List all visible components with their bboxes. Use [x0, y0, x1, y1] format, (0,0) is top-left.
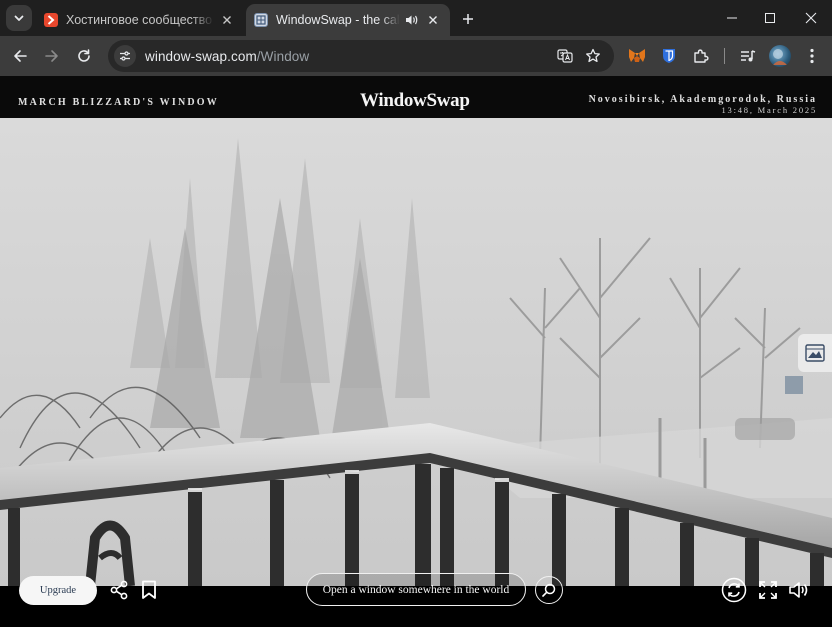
fullscreen-icon[interactable] — [755, 577, 781, 603]
window-location: Novosibirsk, Akademgorodok, Russia 13:48… — [589, 94, 817, 116]
maximize-icon — [765, 13, 775, 23]
browser-toolbar: window-swap.com/Window — [0, 36, 832, 76]
window-video — [0, 118, 832, 586]
location-time: 13:48, March 2025 — [721, 105, 817, 115]
media-control-icon[interactable] — [736, 44, 760, 68]
toolbar-separator — [724, 48, 725, 64]
close-window-button[interactable] — [796, 6, 826, 30]
close-tab-icon[interactable] — [218, 11, 236, 29]
windowswap-icon — [254, 13, 268, 27]
reload-icon — [78, 49, 90, 62]
site-info-icon[interactable] — [114, 45, 136, 67]
site-logo[interactable]: WindowSwap — [360, 90, 470, 112]
share-icon[interactable] — [106, 577, 132, 603]
minimize-button[interactable] — [717, 6, 747, 30]
timeweb-icon — [44, 13, 58, 27]
tab-title: Хостинговое сообщество «Timeweb» — [66, 13, 214, 27]
bitwarden-extension-icon[interactable] — [657, 44, 681, 68]
tab-timeweb[interactable]: Хостинговое сообщество «Timeweb» — [36, 4, 244, 36]
window-gallery-button[interactable] — [798, 334, 832, 372]
upgrade-button[interactable]: Upgrade — [19, 576, 97, 605]
tab-search-button[interactable] — [6, 5, 32, 31]
bookmark-icon[interactable] — [136, 577, 162, 603]
url-path: /Window — [256, 48, 310, 64]
tab-strip: Хостинговое сообщество «Timeweb» WindowS… — [0, 0, 832, 36]
translate-icon[interactable] — [554, 45, 576, 67]
address-bar[interactable]: window-swap.com/Window — [108, 40, 614, 72]
back-button[interactable] — [8, 44, 32, 68]
search-icon — [542, 583, 556, 597]
url-domain: window-swap.com — [145, 48, 257, 64]
arrow-right-icon — [45, 50, 58, 62]
search-button[interactable] — [535, 576, 563, 604]
plus-icon — [463, 14, 473, 24]
tab-title: WindowSwap - the calmest website — [276, 13, 400, 27]
open-window-button[interactable]: Open a window somewhere in the world — [306, 573, 526, 606]
new-tab-button[interactable] — [457, 8, 479, 30]
speaker-icon[interactable] — [404, 12, 420, 28]
bookmark-star-icon[interactable] — [582, 45, 604, 67]
page-content: March Blizzard's Window WindowSwap Novos… — [0, 76, 832, 627]
volume-icon[interactable] — [786, 577, 812, 603]
extensions-icon[interactable] — [689, 44, 713, 68]
autoplay-swap-icon[interactable] — [720, 576, 748, 604]
close-tab-icon[interactable] — [424, 11, 442, 29]
close-icon — [805, 12, 817, 24]
gallery-icon — [805, 344, 825, 362]
profile-avatar[interactable] — [769, 45, 791, 67]
url-text: window-swap.com/Window — [145, 49, 309, 64]
location-name: Novosibirsk, Akademgorodok, Russia — [588, 94, 817, 105]
metamask-extension-icon[interactable] — [625, 44, 649, 68]
window-owner: March Blizzard's Window — [18, 97, 219, 108]
maximize-button[interactable] — [755, 6, 785, 30]
reload-button[interactable] — [72, 44, 96, 68]
site-header: March Blizzard's Window WindowSwap Novos… — [0, 76, 832, 118]
snowy-balcony-scene — [0, 118, 832, 586]
arrow-left-icon — [14, 50, 27, 62]
forward-button[interactable] — [40, 44, 64, 68]
minimize-icon — [727, 17, 737, 19]
tab-windowswap[interactable]: WindowSwap - the calmest website — [246, 4, 450, 36]
browser-menu-icon[interactable] — [800, 44, 824, 68]
chevron-down-icon — [14, 15, 24, 21]
controls-bar: Upgrade Open a window somewhere in the w… — [0, 573, 832, 627]
